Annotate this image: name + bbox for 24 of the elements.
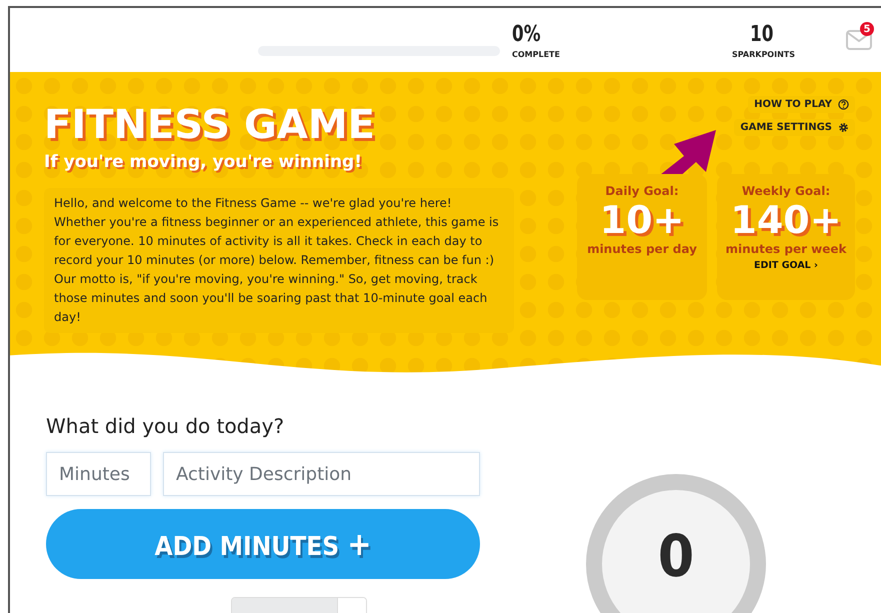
toggle-control[interactable] [231, 597, 367, 613]
settings-icon [838, 122, 849, 133]
sparkpoints-label: SPARKPOINTS [732, 50, 795, 59]
minutes-field[interactable]: Minutes [46, 452, 151, 496]
sparkpoints-value: 10 [750, 22, 774, 48]
menu-link[interactable]: HOW TO PLAY [748, 96, 855, 113]
goal-value: 10+ [600, 198, 684, 242]
notification-badge: 5 [860, 22, 874, 36]
edit-goal-link[interactable]: EDIT GOAL › [754, 260, 818, 271]
intro-paragraph: Hello, and welcome to the Fitness Game -- we're glad you're here! Whether you're a fitness beginner or an experienced athlete, this game is for everyone. 10 minutes of activity is all it takes. Check in each day to record your 10 minutes (or more) below. Remember, fitness can be fun :) Our motto is, "if you're moving, you're winning." So, get moving, track those minutes and soon you'll be soaring past that 10-minute goal each day! [44, 188, 514, 333]
goal-label: Weekly Goal: [742, 184, 830, 198]
log-heading: What did you do today? [46, 414, 286, 438]
goal-label: Daily Goal: [605, 184, 679, 198]
help-icon [838, 99, 849, 110]
game-subtitle: If you're moving, you're winning! [44, 152, 363, 172]
goal-value: 140+ [730, 198, 842, 242]
goal-unit: minutes per day [587, 242, 697, 256]
activity-field[interactable]: Activity Description [163, 452, 480, 496]
minutes-total: 0 [658, 526, 694, 586]
menu-link[interactable]: GAME SETTINGS [734, 119, 855, 136]
completion-value: 0% [512, 22, 542, 48]
completion-label: COMPLETE [512, 50, 560, 59]
game-title: FITNESS GAME [44, 102, 376, 148]
goal-unit: minutes per week [725, 242, 847, 256]
